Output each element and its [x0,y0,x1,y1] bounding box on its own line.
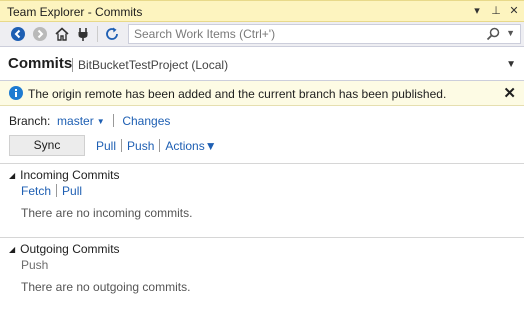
incoming-actions: Fetch Pull [21,184,82,198]
outgoing-commits-title: Outgoing Commits [20,242,120,256]
toolbar-separator [97,26,98,42]
project-name: BitBucketTestProject (Local) [78,58,229,72]
separator [113,114,114,127]
branch-selector[interactable]: master ▼ [54,114,105,128]
push-link[interactable]: Push [127,139,154,153]
search-box: ▼ [128,24,521,44]
info-bar: The origin remote has been added and the… [0,81,524,106]
info-message: The origin remote has been added and the… [28,87,447,101]
sync-actions: Pull Push Actions▼ [96,139,217,153]
incoming-pull-link[interactable]: Pull [62,184,82,198]
incoming-commits-section: ◢ Incoming Commits Fetch Pull There are no… [0,163,524,238]
fetch-link[interactable]: Fetch [21,184,51,198]
pull-link[interactable]: Pull [96,139,116,153]
changes-link[interactable]: Changes [122,114,170,128]
page-title: Commits [8,55,73,72]
refresh-icon[interactable] [104,26,120,42]
connect-plug-icon[interactable] [75,26,91,42]
pin-icon[interactable]: ⊥ [489,4,503,18]
outgoing-commits-section: ◢ Outgoing Commits Push There are no outg… [0,237,524,310]
separator [56,184,58,197]
window-titlebar: Team Explorer - Commits ▾ ⊥ ✕ [0,0,524,22]
page-menu-icon[interactable]: ▼ [506,59,516,70]
window-title: Team Explorer - Commits [7,5,143,19]
incoming-commits-header[interactable]: ◢ Incoming Commits [9,168,120,182]
dropdown-icon[interactable]: ▾ [470,4,484,18]
branch-label: Branch: [9,114,51,128]
outgoing-push-link[interactable]: Push [21,258,48,272]
home-icon[interactable] [54,26,70,42]
page-header: Commits BitBucketTestProject (Local) ▼ [0,47,524,81]
branch-row: Branch: master ▼ Changes [9,114,170,128]
outgoing-actions: Push [21,258,48,272]
search-input[interactable] [129,25,494,43]
branch-name[interactable]: master [57,114,94,128]
info-icon [9,86,23,100]
actions-label[interactable]: Actions [165,139,204,153]
search-icon[interactable] [486,27,500,41]
separator [121,139,123,152]
sync-button[interactable]: Sync [9,135,85,156]
chevron-down-icon: ▼ [96,117,105,126]
incoming-empty-message: There are no incoming commits. [21,206,193,220]
outgoing-empty-message: There are no outgoing commits. [21,280,191,294]
collapse-triangle-icon[interactable]: ◢ [9,171,15,180]
toolbar: ▼ [0,22,524,47]
close-icon[interactable]: ✕ [507,4,521,18]
chevron-down-icon: ▼ [204,139,217,153]
actions-menu[interactable]: Actions▼ [165,139,216,153]
outgoing-commits-header[interactable]: ◢ Outgoing Commits [9,242,120,256]
incoming-commits-title: Incoming Commits [20,168,120,182]
separator [159,139,161,152]
back-icon[interactable] [10,26,26,42]
collapse-triangle-icon[interactable]: ◢ [9,245,15,254]
close-info-icon[interactable]: ✕ [503,84,516,102]
header-separator [72,58,73,72]
search-dropdown-icon[interactable]: ▼ [506,28,515,38]
forward-icon[interactable] [32,26,48,42]
